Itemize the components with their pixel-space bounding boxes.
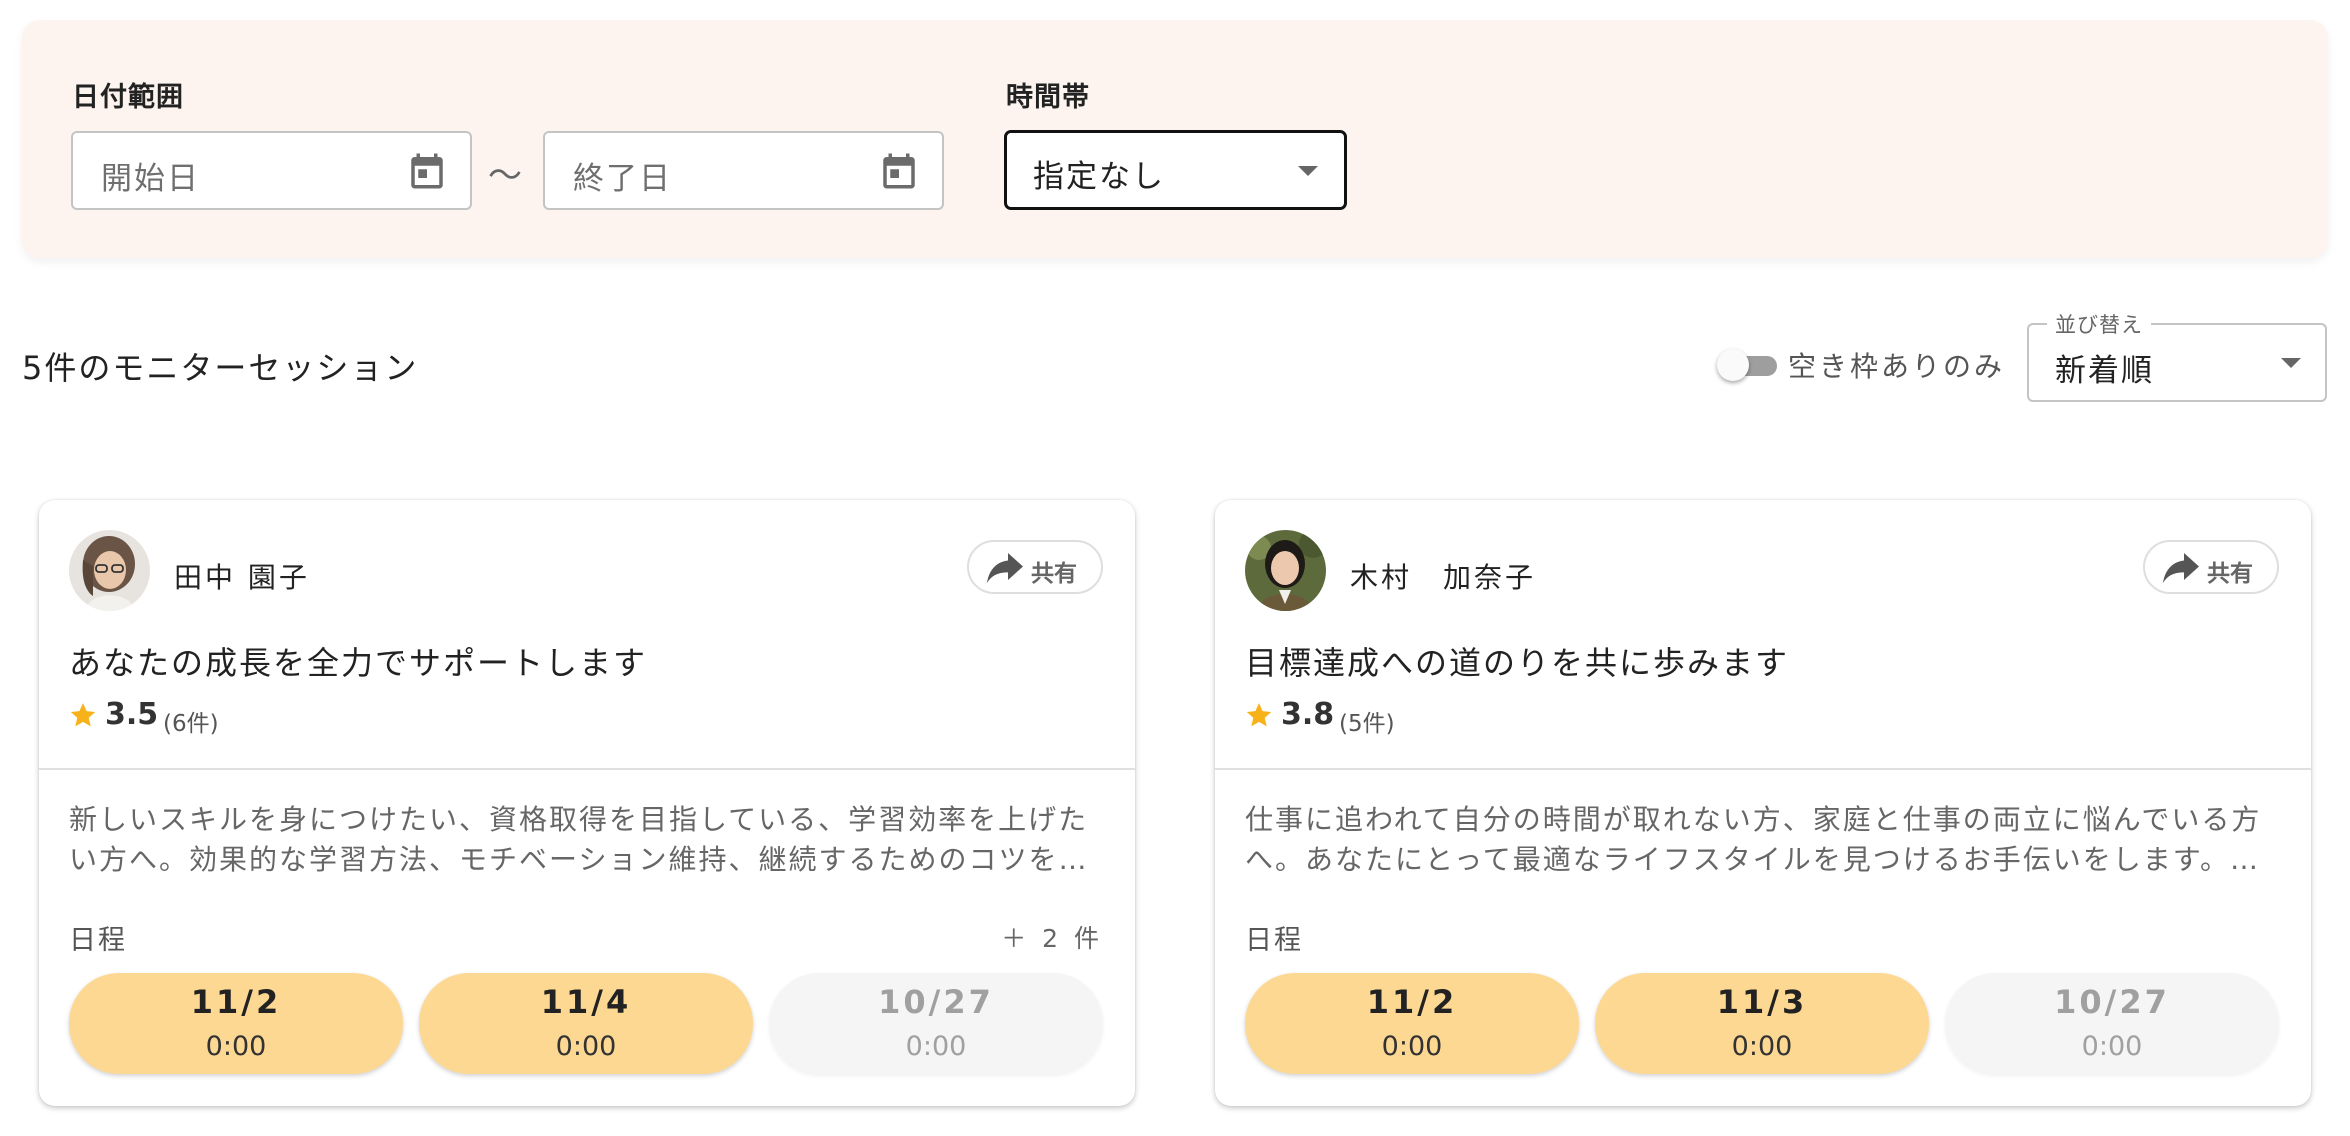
- schedule-slot-disabled: 10/27 0:00: [769, 973, 1103, 1074]
- slot-time: 0:00: [555, 1031, 617, 1062]
- time-slot-select[interactable]: 指定なし: [1004, 130, 1347, 210]
- slot-date: 11/2: [190, 983, 282, 1021]
- session-title[interactable]: 目標達成への道のりを共に歩みます: [1245, 638, 1789, 684]
- schedule-slot[interactable]: 11/4 0:00: [419, 973, 753, 1074]
- start-date-placeholder: 開始日: [101, 161, 200, 197]
- slot-time: 0:00: [905, 1031, 967, 1062]
- range-separator: 〜: [488, 156, 522, 196]
- avatar: [69, 530, 150, 611]
- schedule-slot[interactable]: 11/2 0:00: [69, 973, 403, 1074]
- schedule-slot-disabled: 10/27 0:00: [1945, 973, 2279, 1074]
- share-arrow-icon: [987, 553, 1023, 583]
- schedule-label: 日程: [69, 925, 127, 956]
- session-description: 仕事に追われて自分の時間が取れない方、家庭と仕事の両立に悩んでいる方へ。あなたに…: [1245, 803, 2262, 876]
- slot-date: 11/4: [540, 983, 632, 1021]
- host-name: 田中 園子: [174, 561, 310, 594]
- slot-time: 0:00: [1381, 1031, 1443, 1062]
- rating-score: 3.8: [1281, 697, 1335, 732]
- sort-value: 新着順: [2055, 353, 2154, 389]
- sort-select[interactable]: 並び替え 新着順: [2027, 309, 2327, 402]
- schedule-slot[interactable]: 11/3 0:00: [1595, 973, 1929, 1074]
- share-label: 共有: [2207, 561, 2253, 587]
- divider: [1215, 768, 2311, 770]
- caret-down-icon: [2281, 358, 2301, 368]
- date-range-label: 日付範囲: [72, 82, 184, 113]
- session-description: 新しいスキルを身につけたい、資格取得を目指している、学習効率を上げたい方へ。効果…: [69, 803, 1089, 876]
- availability-toggle[interactable]: [1717, 348, 1777, 382]
- session-card[interactable]: 田中 園子 共有 あなたの成長を全力でサポートします 3.5 (6件) 新しいス…: [39, 500, 1135, 1106]
- schedule-label: 日程: [1245, 925, 1303, 956]
- share-label: 共有: [1031, 561, 1077, 587]
- more-slots-link[interactable]: ＋ 2 件: [1001, 919, 1103, 955]
- sort-legend: 並び替え: [2047, 309, 2151, 339]
- calendar-icon[interactable]: [406, 149, 448, 193]
- share-arrow-icon: [2163, 553, 2199, 583]
- share-button[interactable]: 共有: [2143, 540, 2279, 594]
- time-slot-value: 指定なし: [1033, 159, 1165, 195]
- slot-date: 10/27: [2054, 983, 2170, 1021]
- review-count: (5件): [1339, 711, 1395, 737]
- session-card[interactable]: 木村 加奈子 共有 目標達成への道のりを共に歩みます 3.8 (5件) 仕事に追…: [1215, 500, 2311, 1106]
- slot-time: 0:00: [205, 1031, 267, 1062]
- results-count-title: 5件のモニターセッション: [22, 349, 419, 387]
- slot-time: 0:00: [2081, 1031, 2143, 1062]
- schedule-slot[interactable]: 11/2 0:00: [1245, 973, 1579, 1074]
- slot-time: 0:00: [1731, 1031, 1793, 1062]
- slot-date: 10/27: [878, 983, 994, 1021]
- caret-down-icon: [1298, 166, 1318, 176]
- filter-panel: 日付範囲 開始日 〜 終了日 時間帯 指定なし: [22, 20, 2328, 258]
- slot-date: 11/3: [1716, 983, 1808, 1021]
- share-button[interactable]: 共有: [967, 540, 1103, 594]
- star-icon: [1246, 703, 1272, 727]
- time-slot-label: 時間帯: [1006, 82, 1090, 113]
- divider: [39, 768, 1135, 770]
- toggle-thumb[interactable]: [1717, 349, 1749, 381]
- star-icon: [70, 703, 96, 727]
- rating-score: 3.5: [105, 697, 159, 732]
- slot-date: 11/2: [1366, 983, 1458, 1021]
- calendar-icon[interactable]: [878, 149, 920, 193]
- review-count: (6件): [163, 711, 219, 737]
- start-date-field[interactable]: 開始日: [71, 131, 472, 210]
- end-date-field[interactable]: 終了日: [543, 131, 944, 210]
- host-name: 木村 加奈子: [1350, 561, 1537, 594]
- avatar: [1245, 530, 1326, 611]
- session-title[interactable]: あなたの成長を全力でサポートします: [69, 638, 647, 684]
- end-date-placeholder: 終了日: [573, 161, 672, 197]
- availability-toggle-label[interactable]: 空き枠ありのみ: [1788, 345, 2005, 385]
